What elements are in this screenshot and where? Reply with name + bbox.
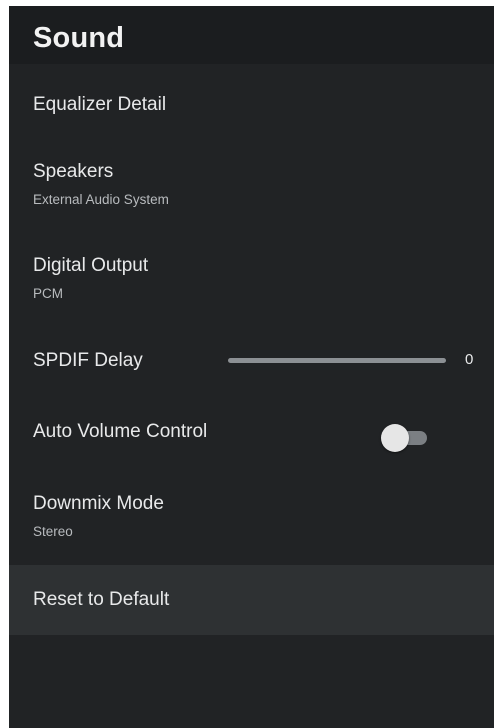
menu-item-label: Reset to Default (33, 589, 170, 610)
menu-item-value: PCM (33, 286, 63, 301)
page-title: Sound (33, 22, 125, 54)
menu-item-value: Stereo (33, 524, 73, 539)
menu-item-label: Speakers (33, 161, 114, 182)
menu-item-label: Equalizer Detail (33, 94, 167, 115)
auto-volume-toggle[interactable] (381, 424, 429, 452)
sound-settings-panel: Sound Equalizer Detail Speakers External… (9, 6, 494, 728)
menu-item-label: Digital Output (33, 255, 149, 276)
menu-item-equalizer-detail[interactable]: Equalizer Detail (9, 72, 494, 142)
spdif-delay-slider[interactable] (228, 358, 446, 363)
toggle-thumb (381, 424, 409, 452)
menu-item-spdif-delay[interactable]: SPDIF Delay (9, 332, 494, 402)
menu-item-label: SPDIF Delay (33, 350, 143, 371)
menu-item-label: Auto Volume Control (33, 421, 208, 442)
menu-item-reset-to-default[interactable]: Reset to Default (9, 565, 494, 635)
header-bar: Sound (9, 6, 494, 64)
menu-item-digital-output[interactable]: Digital Output PCM (9, 236, 494, 332)
menu-item-value: External Audio System (33, 192, 169, 207)
menu-item-label: Downmix Mode (33, 493, 164, 514)
menu-item-speakers[interactable]: Speakers External Audio System (9, 142, 494, 236)
spdif-delay-value: 0 (465, 351, 474, 368)
menu-item-downmix-mode[interactable]: Downmix Mode Stereo (9, 472, 494, 565)
